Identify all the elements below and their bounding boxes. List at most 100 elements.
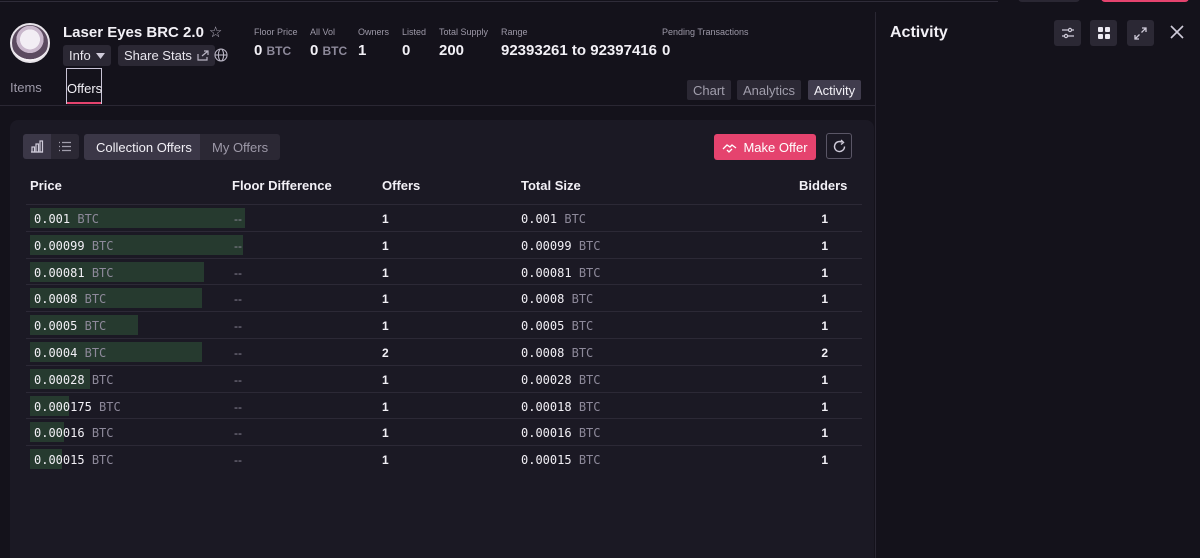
offers-count-cell: 1 xyxy=(382,292,389,307)
offers-count-cell: 1 xyxy=(382,265,389,280)
table-row[interactable]: 0.0004 BTC -- 2 0.0008 BTC 2 xyxy=(26,338,862,365)
info-dropdown-button[interactable]: Info xyxy=(63,45,111,66)
stat-total-supply: Total Supply 200 xyxy=(439,27,488,59)
price-cell: 0.00099 BTC xyxy=(34,238,114,253)
collection-title: Laser Eyes BRC 2.0 ☆ xyxy=(63,23,222,42)
share-icon xyxy=(197,50,209,61)
offers-count-cell: 1 xyxy=(382,426,389,441)
total-size-cell: 0.00099 BTC xyxy=(521,238,601,253)
total-size-cell: 0.00081 BTC xyxy=(521,265,601,280)
col-header-total-size[interactable]: Total Size xyxy=(521,178,581,193)
stat-listed: Listed 0 xyxy=(402,27,426,59)
offers-count-cell: 1 xyxy=(382,399,389,414)
bidders-cell: 1 xyxy=(821,399,828,414)
stat-value: 200 xyxy=(439,42,465,59)
offers-count-cell: 1 xyxy=(382,212,389,226)
stat-value: 1 xyxy=(358,42,367,59)
view-tab-chart[interactable]: Chart xyxy=(687,80,731,100)
tab-items[interactable]: Items xyxy=(10,80,42,95)
offers-count-cell: 1 xyxy=(382,238,389,253)
bidders-cell: 1 xyxy=(821,319,828,334)
table-row[interactable]: 0.00028 BTC -- 1 0.00028 BTC 1 xyxy=(26,364,862,392)
stat-value: 0 xyxy=(662,42,671,59)
stat-label: Range xyxy=(501,27,528,37)
total-size-cell: 0.00016 BTC xyxy=(521,426,601,441)
floor-difference-cell: -- xyxy=(234,426,242,441)
col-header-offers[interactable]: Offers xyxy=(382,178,420,193)
view-tab-activity[interactable]: Activity xyxy=(808,80,862,100)
globe-icon[interactable] xyxy=(213,47,229,63)
my-offers-tab[interactable]: My Offers xyxy=(200,134,281,160)
total-size-cell: 0.00018 BTC xyxy=(521,399,601,414)
offers-count-cell: 2 xyxy=(382,346,389,360)
table-row[interactable]: 0.0008 BTC -- 1 0.0008 BTC 1 xyxy=(26,284,862,311)
col-header-price[interactable]: Price xyxy=(30,178,62,193)
grid-view-button[interactable] xyxy=(1090,20,1117,46)
stat-value: 0 BTC xyxy=(254,42,292,59)
stat-floor-price: Floor Price 0 BTC xyxy=(254,27,298,59)
price-cell: 0.001 BTC xyxy=(34,212,100,226)
activity-panel-title: Activity xyxy=(890,24,948,41)
stat-label: Total Supply xyxy=(439,27,489,37)
stat-label: Listed xyxy=(402,27,427,37)
floor-difference-cell: -- xyxy=(234,453,242,468)
table-row[interactable]: 0.000175 BTC -- 1 0.00018 BTC 1 xyxy=(26,391,862,419)
floor-difference-cell: -- xyxy=(234,292,242,307)
total-size-cell: 0.001 BTC xyxy=(521,212,587,226)
collection-offers-tab[interactable]: Collection Offers xyxy=(84,134,204,160)
stat-pending: Pending Transactions 0 xyxy=(662,27,749,59)
star-icon[interactable]: ☆ xyxy=(209,23,222,41)
floor-difference-cell: -- xyxy=(234,238,242,253)
bidders-cell: 1 xyxy=(821,212,828,226)
price-cell: 0.00015 BTC xyxy=(34,453,114,468)
table-row[interactable]: 0.001 BTC -- 1 0.001 BTC 1 xyxy=(26,204,862,231)
expand-button[interactable] xyxy=(1127,20,1154,46)
grid-icon xyxy=(1097,27,1110,39)
bidders-cell: 1 xyxy=(821,292,828,307)
stat-label: Owners xyxy=(358,27,390,37)
view-tab-analytics[interactable]: Analytics xyxy=(737,80,802,100)
price-cell: 0.00081 BTC xyxy=(34,265,114,280)
table-row[interactable]: 0.00015 BTC -- 1 0.00015 BTC 1 xyxy=(26,445,862,472)
floor-difference-cell: -- xyxy=(234,265,242,280)
share-stats-button[interactable]: Share Stats xyxy=(118,45,215,66)
offers-count-cell: 1 xyxy=(382,319,389,334)
refresh-button[interactable] xyxy=(826,133,852,159)
col-header-bidders[interactable]: Bidders xyxy=(799,178,847,193)
price-cell: 0.000175 BTC xyxy=(34,399,121,414)
floor-difference-cell: -- xyxy=(234,346,242,360)
bidders-cell: 1 xyxy=(821,265,828,280)
make-offer-button[interactable]: Make Offer xyxy=(714,134,816,160)
stat-label: Pending Transactions xyxy=(662,27,749,37)
collection-avatar xyxy=(10,23,50,63)
depth-chart-view-button[interactable] xyxy=(23,134,51,159)
close-icon[interactable] xyxy=(1167,22,1187,42)
top-nav-button[interactable] xyxy=(1018,0,1080,2)
stat-owners: Owners 1 xyxy=(358,27,389,59)
table-row[interactable]: 0.0005 BTC -- 1 0.0005 BTC 1 xyxy=(26,311,862,338)
refresh-icon xyxy=(833,139,845,152)
make-offer-label: Make Offer xyxy=(743,139,808,155)
table-row[interactable]: 0.00099 BTC -- 1 0.00099 BTC 1 xyxy=(26,230,862,258)
tab-offers[interactable]: Offers xyxy=(66,68,102,104)
panel-divider xyxy=(875,12,876,558)
bidders-cell: 1 xyxy=(821,426,828,441)
price-cell: 0.00016 BTC xyxy=(34,426,114,441)
table-row[interactable]: 0.00081 BTC -- 1 0.00081 BTC 1 xyxy=(26,257,862,285)
price-cell: 0.0005 BTC xyxy=(34,319,107,334)
handshake-icon xyxy=(723,143,737,153)
table-row[interactable]: 0.00016 BTC -- 1 0.00016 BTC 1 xyxy=(26,418,862,445)
bar-chart-icon xyxy=(31,140,44,153)
list-view-button[interactable] xyxy=(51,134,79,159)
bidders-cell: 1 xyxy=(821,238,828,253)
total-size-cell: 0.00028 BTC xyxy=(521,372,601,387)
info-label: Info xyxy=(69,48,91,63)
price-cell: 0.0008 BTC xyxy=(34,292,107,307)
floor-difference-cell: -- xyxy=(234,319,242,334)
bidders-cell: 1 xyxy=(821,372,828,387)
col-header-floor-difference[interactable]: Floor Difference xyxy=(232,178,332,193)
offers-count-cell: 1 xyxy=(382,453,389,468)
sliders-icon xyxy=(1061,27,1074,39)
top-connect-button[interactable] xyxy=(1101,0,1189,2)
filter-button[interactable] xyxy=(1054,20,1081,46)
